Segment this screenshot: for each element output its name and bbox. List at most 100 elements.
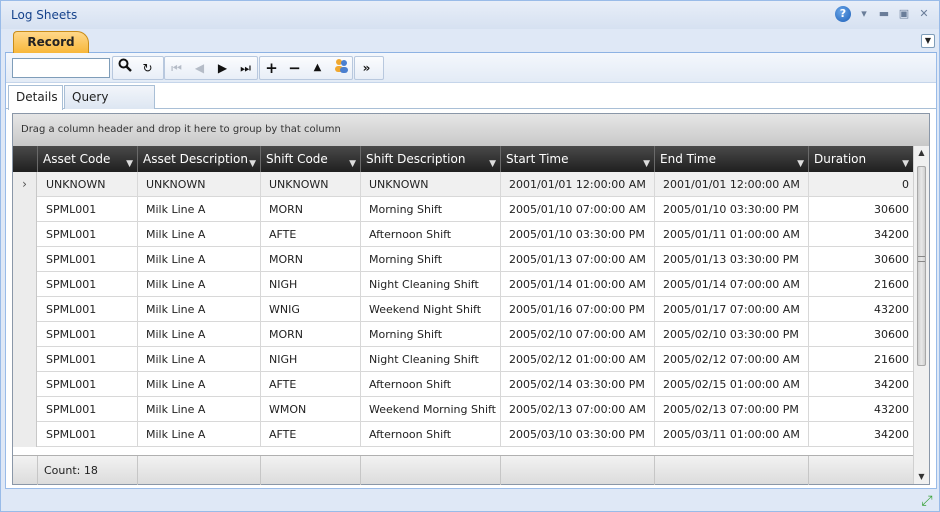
cell-shift-code[interactable]: NIGH bbox=[261, 347, 361, 372]
row-indicator[interactable] bbox=[13, 247, 37, 272]
cell-end-time[interactable]: 2005/01/10 03:30:00 PM bbox=[655, 197, 809, 222]
remove-icon[interactable]: − bbox=[283, 57, 306, 79]
cell-duration[interactable]: 30600 bbox=[809, 247, 913, 272]
table-row[interactable]: SPML001 Milk Line A WNIG Weekend Night Shif… bbox=[13, 297, 913, 322]
cell-shift-description[interactable]: Weekend Morning Shift bbox=[361, 397, 501, 422]
tab-details[interactable]: Details bbox=[8, 85, 63, 110]
column-header-start-time[interactable]: Start Time ▼ bbox=[501, 146, 655, 172]
cell-duration[interactable]: 0 bbox=[809, 172, 913, 197]
cell-start-time[interactable]: 2005/02/13 07:00:00 AM bbox=[501, 397, 655, 422]
more-icon[interactable]: » bbox=[355, 57, 378, 79]
cell-asset-description[interactable]: Milk Line A bbox=[138, 247, 261, 272]
cell-shift-description[interactable]: Morning Shift bbox=[361, 247, 501, 272]
cell-end-time[interactable]: 2005/02/15 01:00:00 AM bbox=[655, 372, 809, 397]
cell-shift-code[interactable]: WMON bbox=[261, 397, 361, 422]
cell-asset-code[interactable]: SPML001 bbox=[38, 222, 138, 247]
cell-start-time[interactable]: 2005/01/10 07:00:00 AM bbox=[501, 197, 655, 222]
table-row[interactable]: › UNKNOWN UNKNOWN UNKNOWN UNKNOWN 2001/01/01 … bbox=[13, 172, 913, 197]
cell-end-time[interactable]: 2005/01/13 03:30:00 PM bbox=[655, 247, 809, 272]
row-indicator[interactable] bbox=[13, 197, 37, 222]
column-header-asset-description[interactable]: Asset Description ▼ bbox=[138, 146, 261, 172]
cell-asset-code[interactable]: SPML001 bbox=[38, 422, 138, 447]
cell-end-time[interactable]: 2005/03/11 01:00:00 AM bbox=[655, 422, 809, 447]
tab-query-builder[interactable]: Query Builder bbox=[64, 85, 155, 126]
cell-shift-description[interactable]: Night Cleaning Shift bbox=[361, 272, 501, 297]
column-header-shift-description[interactable]: Shift Description ▼ bbox=[361, 146, 501, 172]
refresh-icon[interactable]: ↻ bbox=[136, 57, 159, 79]
cell-shift-code[interactable]: MORN bbox=[261, 197, 361, 222]
scroll-up-icon[interactable]: ▲ bbox=[914, 146, 929, 160]
scroll-thumb[interactable] bbox=[917, 166, 926, 366]
row-indicator[interactable] bbox=[13, 422, 37, 447]
row-indicator[interactable] bbox=[13, 397, 37, 422]
table-row[interactable]: SPML001 Milk Line A AFTE Afternoon Shift 200… bbox=[13, 372, 913, 397]
cell-shift-code[interactable]: UNKNOWN bbox=[261, 172, 361, 197]
cell-start-time[interactable]: 2005/01/13 07:00:00 AM bbox=[501, 247, 655, 272]
cell-asset-description[interactable]: Milk Line A bbox=[138, 397, 261, 422]
column-header-duration[interactable]: Duration ▼ bbox=[809, 146, 913, 172]
vertical-scrollbar[interactable]: ▲ ▼ bbox=[913, 146, 929, 484]
cell-asset-description[interactable]: Milk Line A bbox=[138, 297, 261, 322]
cell-duration[interactable]: 21600 bbox=[809, 272, 913, 297]
row-indicator[interactable] bbox=[13, 372, 37, 397]
cell-asset-code[interactable]: SPML001 bbox=[38, 322, 138, 347]
cell-shift-description[interactable]: UNKNOWN bbox=[361, 172, 501, 197]
cell-duration[interactable]: 34200 bbox=[809, 422, 913, 447]
cell-asset-code[interactable]: UNKNOWN bbox=[38, 172, 138, 197]
up-icon[interactable]: ▲ bbox=[306, 57, 329, 79]
cell-shift-code[interactable]: AFTE bbox=[261, 372, 361, 397]
table-row[interactable]: SPML001 Milk Line A AFTE Afternoon Shift 200… bbox=[13, 222, 913, 247]
row-indicator[interactable] bbox=[13, 272, 37, 297]
cell-asset-code[interactable]: SPML001 bbox=[38, 297, 138, 322]
cell-shift-description[interactable]: Weekend Night Shift bbox=[361, 297, 501, 322]
cell-shift-description[interactable]: Afternoon Shift bbox=[361, 222, 501, 247]
column-header-shift-code[interactable]: Shift Code ▼ bbox=[261, 146, 361, 172]
current-row-indicator-icon[interactable]: › bbox=[13, 172, 37, 197]
cell-start-time[interactable]: 2005/01/16 07:00:00 PM bbox=[501, 297, 655, 322]
cell-start-time[interactable]: 2001/01/01 12:00:00 AM bbox=[501, 172, 655, 197]
row-indicator[interactable] bbox=[13, 222, 37, 247]
cell-asset-code[interactable]: SPML001 bbox=[38, 272, 138, 297]
row-indicator[interactable] bbox=[13, 322, 37, 347]
cell-start-time[interactable]: 2005/02/10 07:00:00 AM bbox=[501, 322, 655, 347]
cell-shift-code[interactable]: AFTE bbox=[261, 222, 361, 247]
cell-asset-code[interactable]: SPML001 bbox=[38, 247, 138, 272]
help-icon[interactable]: ? bbox=[835, 6, 851, 22]
tab-record[interactable]: Record bbox=[13, 31, 89, 53]
cell-duration[interactable]: 34200 bbox=[809, 372, 913, 397]
table-row[interactable]: SPML001 Milk Line A MORN Morning Shift 2005/… bbox=[13, 322, 913, 347]
table-row[interactable]: SPML001 Milk Line A MORN Morning Shift 2005/… bbox=[13, 247, 913, 272]
cell-duration[interactable]: 43200 bbox=[809, 397, 913, 422]
cell-duration[interactable]: 30600 bbox=[809, 322, 913, 347]
cell-start-time[interactable]: 2005/02/14 03:30:00 PM bbox=[501, 372, 655, 397]
cell-duration[interactable]: 30600 bbox=[809, 197, 913, 222]
users-icon[interactable] bbox=[329, 57, 352, 79]
add-icon[interactable]: + bbox=[260, 57, 283, 79]
cell-end-time[interactable]: 2005/02/13 07:00:00 PM bbox=[655, 397, 809, 422]
group-by-panel[interactable]: Drag a column header and drop it here to… bbox=[13, 114, 929, 146]
tab-menu-chevron-down-icon[interactable]: ▼ bbox=[921, 34, 935, 48]
row-indicator[interactable] bbox=[13, 347, 37, 372]
cell-asset-description[interactable]: Milk Line A bbox=[138, 372, 261, 397]
cell-end-time[interactable]: 2001/01/01 12:00:00 AM bbox=[655, 172, 809, 197]
search-icon[interactable] bbox=[113, 57, 136, 79]
cell-shift-description[interactable]: Afternoon Shift bbox=[361, 422, 501, 447]
cell-asset-code[interactable]: SPML001 bbox=[38, 197, 138, 222]
cell-end-time[interactable]: 2005/01/17 07:00:00 AM bbox=[655, 297, 809, 322]
dropdown-icon[interactable]: ▾ bbox=[857, 7, 871, 21]
cell-shift-code[interactable]: MORN bbox=[261, 322, 361, 347]
scroll-down-icon[interactable]: ▼ bbox=[914, 470, 929, 484]
last-page-icon[interactable]: ⏭ bbox=[234, 57, 257, 79]
cell-asset-description[interactable]: Milk Line A bbox=[138, 197, 261, 222]
cell-end-time[interactable]: 2005/02/10 03:30:00 PM bbox=[655, 322, 809, 347]
cell-shift-description[interactable]: Night Cleaning Shift bbox=[361, 347, 501, 372]
minimize-icon[interactable]: ▬ bbox=[877, 7, 891, 21]
close-icon[interactable]: ✕ bbox=[917, 7, 931, 21]
cell-asset-code[interactable]: SPML001 bbox=[38, 397, 138, 422]
cell-asset-code[interactable]: SPML001 bbox=[38, 347, 138, 372]
cell-shift-code[interactable]: NIGH bbox=[261, 272, 361, 297]
restore-icon[interactable]: ▣ bbox=[897, 7, 911, 21]
cell-shift-code[interactable]: AFTE bbox=[261, 422, 361, 447]
expand-icon[interactable]: ⤢ bbox=[919, 493, 935, 509]
table-row[interactable]: SPML001 Milk Line A NIGH Night Cleaning Shi… bbox=[13, 347, 913, 372]
